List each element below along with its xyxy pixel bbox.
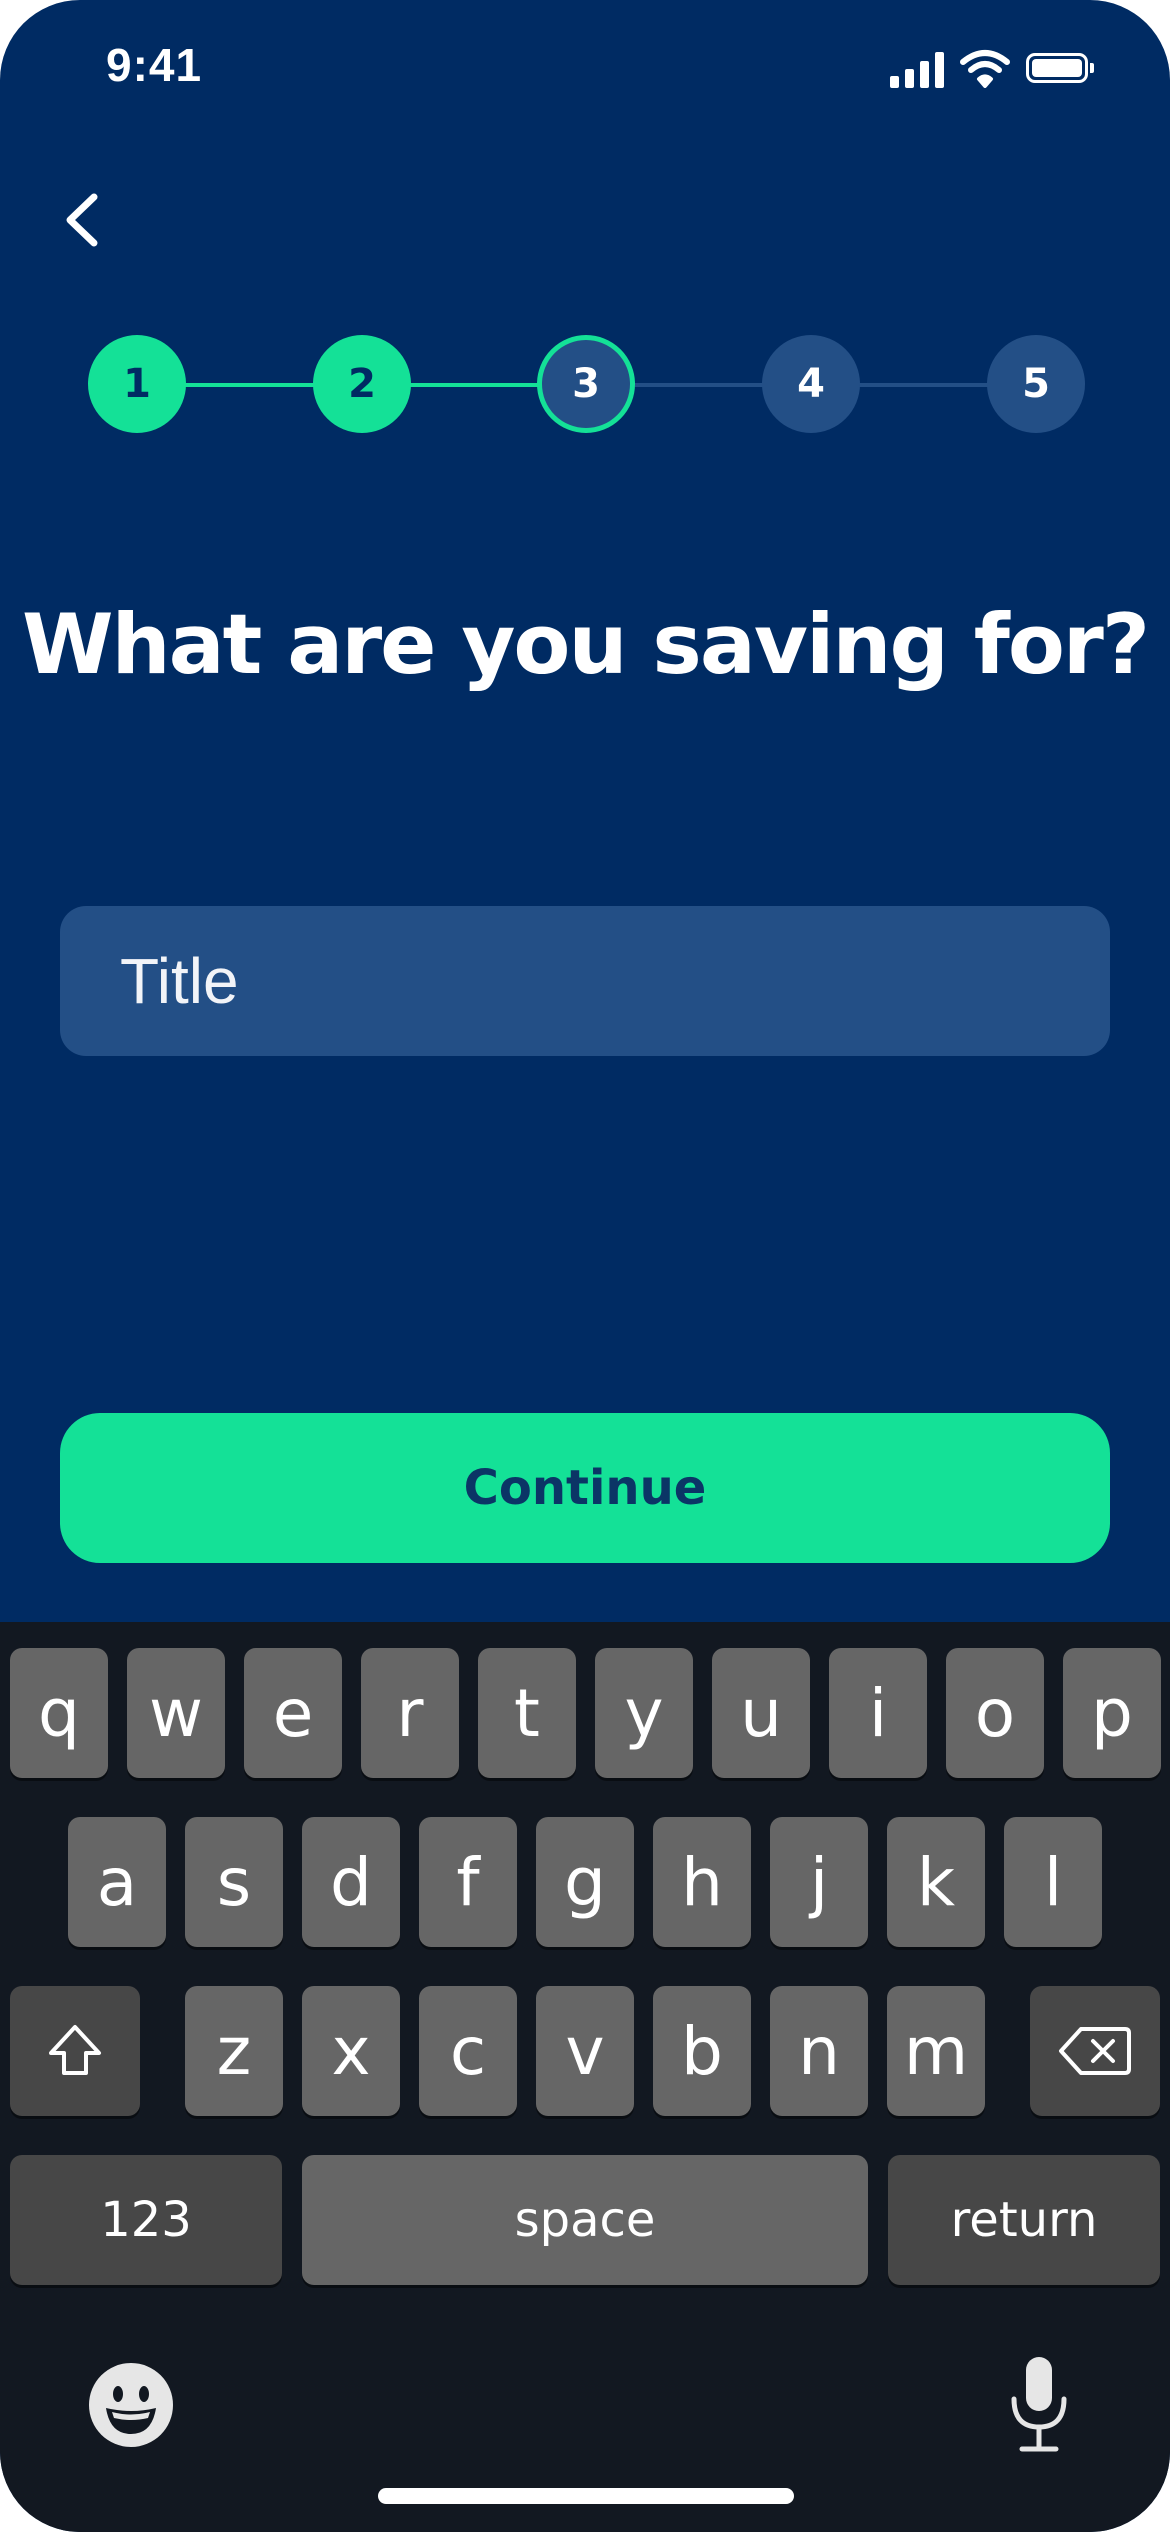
key-y[interactable]: y	[595, 1648, 693, 1778]
backspace-icon	[1059, 2027, 1131, 2075]
step-1: 1	[88, 335, 186, 433]
key-m[interactable]: m	[887, 1986, 985, 2116]
status-time: 9:41	[106, 39, 203, 91]
numbers-key[interactable]: 123	[10, 2155, 282, 2285]
home-indicator[interactable]	[378, 2488, 794, 2504]
return-key[interactable]: return	[888, 2155, 1160, 2285]
delete-key[interactable]	[1030, 1986, 1160, 2116]
key-g[interactable]: g	[536, 1817, 634, 1947]
step-5: 5	[987, 335, 1085, 433]
step-3-current: 3	[537, 335, 635, 433]
key-a[interactable]: a	[68, 1817, 166, 1947]
space-key[interactable]: space	[302, 2155, 868, 2285]
key-x[interactable]: x	[302, 1986, 400, 2116]
progress-stepper: 1 2 3 4 5	[88, 335, 1085, 435]
key-p[interactable]: p	[1063, 1648, 1161, 1778]
key-f[interactable]: f	[419, 1817, 517, 1947]
key-w[interactable]: w	[127, 1648, 225, 1778]
key-c[interactable]: c	[419, 1986, 517, 2116]
back-chevron-icon[interactable]	[50, 185, 120, 255]
shift-icon	[49, 2025, 101, 2075]
step-connector	[403, 383, 543, 387]
key-n[interactable]: n	[770, 1986, 868, 2116]
emoji-icon[interactable]	[88, 2362, 174, 2448]
key-o[interactable]: o	[946, 1648, 1044, 1778]
continue-button[interactable]: Continue	[60, 1413, 1110, 1563]
status-icons	[890, 50, 1130, 90]
key-e[interactable]: e	[244, 1648, 342, 1778]
step-connector	[178, 383, 318, 387]
key-d[interactable]: d	[302, 1817, 400, 1947]
phone-screen: 9:41 1 2 3 4 5 What are you saving for?	[0, 0, 1170, 2532]
key-h[interactable]: h	[653, 1817, 751, 1947]
key-j[interactable]: j	[770, 1817, 868, 1947]
key-k[interactable]: k	[887, 1817, 985, 1947]
step-connector	[853, 383, 993, 387]
key-r[interactable]: r	[361, 1648, 459, 1778]
key-q[interactable]: q	[10, 1648, 108, 1778]
title-input[interactable]	[60, 906, 1110, 1056]
signal-icon	[890, 50, 946, 88]
key-i[interactable]: i	[829, 1648, 927, 1778]
step-4: 4	[762, 335, 860, 433]
step-connector	[628, 383, 768, 387]
wifi-icon	[960, 50, 1010, 88]
key-t[interactable]: t	[478, 1648, 576, 1778]
key-l[interactable]: l	[1004, 1817, 1102, 1947]
microphone-icon[interactable]	[1004, 2355, 1074, 2455]
key-z[interactable]: z	[185, 1986, 283, 2116]
key-v[interactable]: v	[536, 1986, 634, 2116]
battery-icon	[1026, 53, 1094, 83]
shift-key[interactable]	[10, 1986, 140, 2116]
key-u[interactable]: u	[712, 1648, 810, 1778]
key-b[interactable]: b	[653, 1986, 751, 2116]
step-2: 2	[313, 335, 411, 433]
page-title: What are you saving for?	[21, 596, 1150, 693]
key-s[interactable]: s	[185, 1817, 283, 1947]
